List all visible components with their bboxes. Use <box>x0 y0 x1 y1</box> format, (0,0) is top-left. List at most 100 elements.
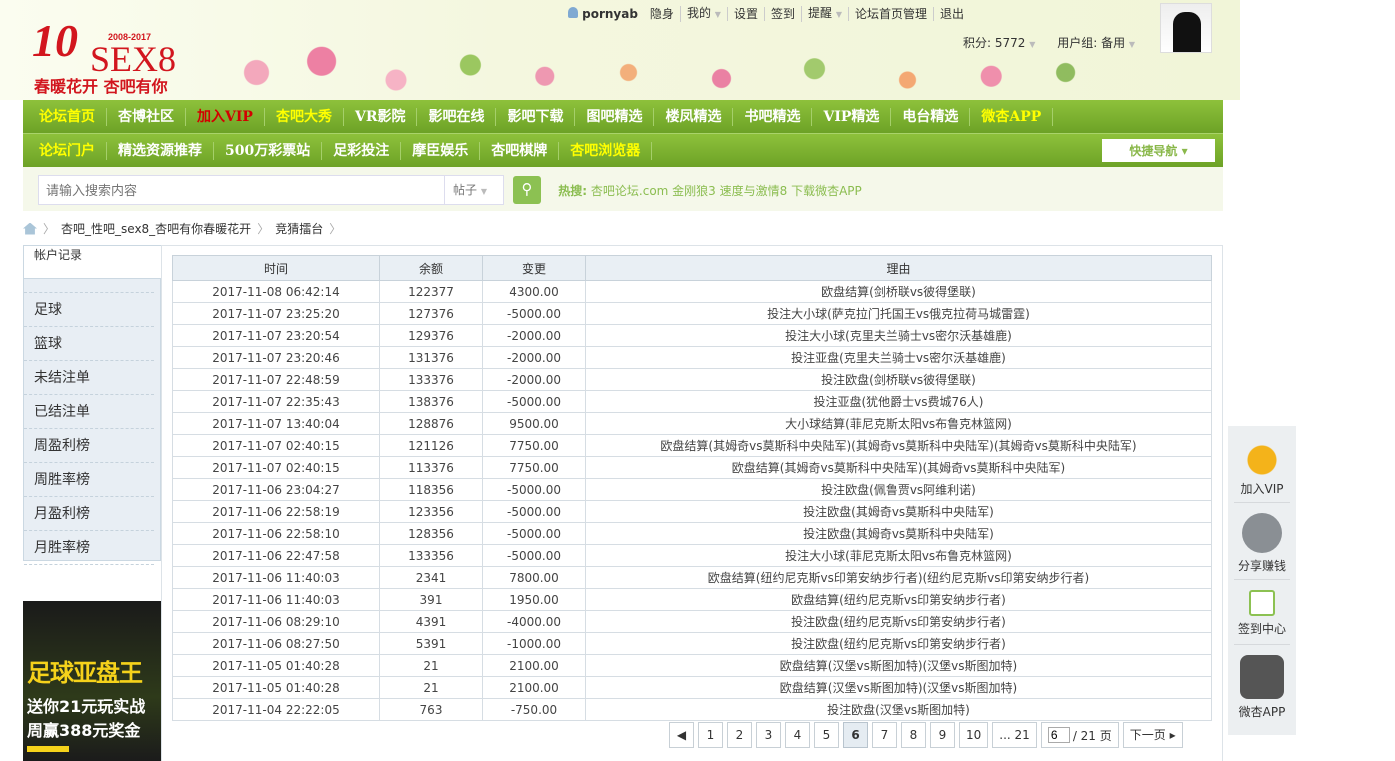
username-link[interactable]: pornyab <box>562 7 644 21</box>
cell-time: 2017-11-06 11:40:03 <box>172 588 380 611</box>
page-link[interactable]: 6 <box>843 722 868 748</box>
nav-item[interactable]: 图吧精选 <box>575 107 655 126</box>
cell-time: 2017-11-07 02:40:15 <box>172 434 380 457</box>
nav-item[interactable]: 论坛门户 <box>28 141 107 160</box>
cell-reason: 投注欧盘(佩鲁贾vs阿维利诺) <box>585 478 1212 501</box>
search-button[interactable]: ⚲ <box>513 176 541 204</box>
cell-reason: 大小球结算(菲尼克斯太阳vs布鲁克林篮网) <box>585 412 1212 435</box>
nav-item[interactable]: 书吧精选 <box>733 107 813 126</box>
cell-time: 2017-11-05 01:40:28 <box>172 654 380 677</box>
nav-item[interactable]: 精选资源推荐 <box>107 141 214 160</box>
points-menu[interactable]: 积分: 5772 ▼ <box>963 36 1035 50</box>
sidebar-item[interactable]: 周盈利榜 <box>24 429 154 463</box>
breadcrumb-forum[interactable]: 杏吧_性吧_sex8_杏吧有你春暖花开 <box>61 220 251 237</box>
nav-item[interactable]: 杏吧棋牌 <box>480 141 560 160</box>
page-link[interactable]: 8 <box>901 722 926 748</box>
cell-balance: 5391 <box>379 632 483 655</box>
search-type-select[interactable]: 帖子 ▼ <box>444 175 504 205</box>
page-link[interactable]: 7 <box>872 722 897 748</box>
sidebar-item[interactable]: 篮球 <box>24 327 154 361</box>
checkin-link[interactable]: 签到 <box>763 7 801 21</box>
money-bag-icon <box>1242 513 1282 553</box>
search-input[interactable] <box>38 175 445 205</box>
cell-balance: 391 <box>379 588 483 611</box>
reminder-menu[interactable]: 提醒 ▼ <box>800 6 848 22</box>
cell-reason: 投注欧盘(其姆奇vs莫斯科中央陆军) <box>585 500 1212 523</box>
home-icon[interactable] <box>23 222 37 235</box>
site-logo[interactable]: 10 2008-2017 SEX8 春暖花开 杏吧有你 <box>30 8 200 96</box>
nav-item[interactable]: 论坛首页 <box>28 107 107 126</box>
logo-slogan: 春暖花开 杏吧有你 <box>34 77 168 96</box>
table-row: 2017-11-07 23:25:20 127376 -5000.00 投注大小球(萨… <box>172 302 1212 325</box>
float-checkin-center[interactable]: 签到中心 <box>1234 580 1290 645</box>
cell-change: -5000.00 <box>482 500 586 523</box>
prev-page-button[interactable]: ◀ <box>669 722 694 748</box>
settings-link[interactable]: 设置 <box>726 7 764 21</box>
table-row: 2017-11-06 22:58:19 123356 -5000.00 投注欧盘(其姆… <box>172 500 1212 523</box>
float-share-earn[interactable]: 分享赚钱 <box>1234 503 1290 580</box>
page-link[interactable]: 2 <box>727 722 752 748</box>
sidebar-item[interactable]: 足球 <box>24 293 154 327</box>
sidebar-item[interactable]: 周胜率榜 <box>24 463 154 497</box>
page-link[interactable]: 3 <box>756 722 781 748</box>
crown-icon <box>1242 436 1282 476</box>
user-group-menu[interactable]: 用户组: 备用 ▼ <box>1057 36 1135 50</box>
page-link[interactable]: 9 <box>930 722 955 748</box>
nav-item[interactable]: 足彩投注 <box>322 141 402 160</box>
sidebar-item[interactable]: 月盈利榜 <box>24 497 154 531</box>
cell-balance: 129376 <box>379 324 483 347</box>
sidebar-item[interactable]: 已结注单 <box>24 395 154 429</box>
breadcrumb-current[interactable]: 竞猜擂台 <box>275 220 323 237</box>
page-link[interactable]: 1 <box>698 722 723 748</box>
sidebar-item[interactable]: 未结注单 <box>24 361 154 395</box>
search-bar: 帖子 ▼ ⚲ 热搜: 杏吧论坛.com 金刚狼3 速度与激情8 下载微杏APP <box>23 167 1223 211</box>
cell-reason: 投注欧盘(汉堡vs斯图加特) <box>585 698 1212 721</box>
cell-change: -5000.00 <box>482 302 586 325</box>
cell-balance: 133356 <box>379 544 483 567</box>
cell-balance: 123356 <box>379 500 483 523</box>
invisible-link[interactable]: 隐身 <box>644 7 680 21</box>
logout-link[interactable]: 退出 <box>932 7 970 21</box>
page-link[interactable]: 4 <box>785 722 810 748</box>
page-link[interactable]: 10 <box>959 722 989 748</box>
edit-icon <box>1249 590 1275 616</box>
ad-banner[interactable]: 足球亚盘王 送你21元玩实战 周赢388元奖金 <box>23 601 161 761</box>
cell-balance: 113376 <box>379 456 483 479</box>
nav-item[interactable]: VR影院 <box>344 107 418 126</box>
nav-item[interactable]: 杏吧大秀 <box>265 107 344 126</box>
next-page-button[interactable]: 下一页 ▸ <box>1122 722 1183 748</box>
nav-item[interactable]: 楼凤精选 <box>654 107 734 126</box>
forum-admin-link[interactable]: 论坛首页管理 <box>847 7 933 21</box>
nav-item[interactable]: 杏吧浏览器 <box>559 141 653 160</box>
quick-nav-button[interactable]: 快捷导航 ▾ <box>1102 139 1215 162</box>
cell-change: 9500.00 <box>482 412 586 435</box>
float-join-vip[interactable]: 加入VIP <box>1234 426 1290 503</box>
nav-item[interactable]: 电台精选 <box>891 107 971 126</box>
page-link[interactable]: 5 <box>814 722 839 748</box>
cell-change: -4000.00 <box>482 610 586 633</box>
sidebar-item-account-record[interactable]: 帐户记录 <box>23 245 161 279</box>
nav-item[interactable]: 影吧下载 <box>496 107 576 126</box>
hot-search-links[interactable]: 杏吧论坛.com 金刚狼3 速度与激情8 下载微杏APP <box>591 184 862 198</box>
nav-item[interactable]: 500万彩票站 <box>214 141 323 160</box>
table-row: 2017-11-06 22:47:58 133356 -5000.00 投注大小球(菲… <box>172 544 1212 567</box>
avatar[interactable] <box>1160 3 1212 53</box>
cell-time: 2017-11-07 22:48:59 <box>172 368 380 391</box>
nav-item[interactable]: 微杏APP <box>970 107 1054 126</box>
nav-item[interactable]: 影吧在线 <box>417 107 497 126</box>
cell-change: -750.00 <box>482 698 586 721</box>
nav-item[interactable]: 杏博社区 <box>107 107 186 126</box>
float-app[interactable]: 微杏APP <box>1234 645 1290 722</box>
nav-item[interactable]: 摩臣娱乐 <box>401 141 481 160</box>
my-menu[interactable]: 我的 ▼ <box>679 6 727 22</box>
col-time: 时间 <box>172 255 380 281</box>
cell-change: -1000.00 <box>482 632 586 655</box>
nav-item[interactable]: 加入VIP <box>186 107 265 126</box>
nav-item[interactable]: VIP精选 <box>812 107 892 126</box>
col-change: 变更 <box>482 255 586 281</box>
cell-balance: 21 <box>379 654 483 677</box>
page-link[interactable]: ... 21 <box>992 722 1037 748</box>
cell-time: 2017-11-07 23:25:20 <box>172 302 380 325</box>
page-jump-input[interactable] <box>1047 727 1070 743</box>
sidebar-item[interactable]: 月胜率榜 <box>24 531 154 565</box>
